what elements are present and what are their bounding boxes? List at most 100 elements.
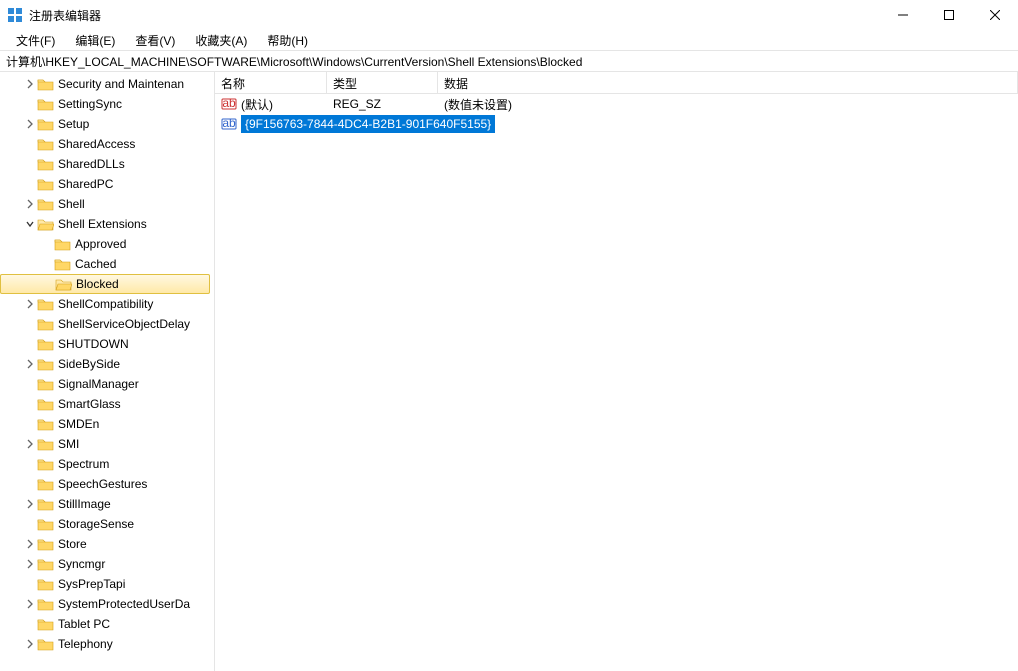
- menu-help[interactable]: 帮助(H): [257, 30, 318, 51]
- no-expand-icon: [23, 377, 37, 391]
- tree-item-label: StorageSense: [58, 517, 134, 531]
- folder-icon: [37, 477, 54, 491]
- tree-item[interactable]: SignalManager: [0, 374, 214, 394]
- tree-item[interactable]: SideBySide: [0, 354, 214, 374]
- expand-icon[interactable]: [23, 557, 37, 571]
- tree-item-label: SystemProtectedUserDa: [58, 597, 190, 611]
- folder-icon: [54, 237, 71, 251]
- folder-icon: [37, 77, 54, 91]
- list-row[interactable]: ab (默认) REG_SZ (数值未设置): [215, 94, 1018, 114]
- tree-item[interactable]: Store: [0, 534, 214, 554]
- tree-item[interactable]: Shell: [0, 194, 214, 214]
- tree-item[interactable]: SettingSync: [0, 94, 214, 114]
- tree-item[interactable]: SharedAccess: [0, 134, 214, 154]
- expand-icon[interactable]: [23, 77, 37, 91]
- tree-item[interactable]: StillImage: [0, 494, 214, 514]
- tree-item-label: Setup: [58, 117, 89, 131]
- body: Security and MaintenanSettingSync Setup Sh…: [0, 72, 1018, 671]
- tree-item-label: ShellServiceObjectDelay: [58, 317, 190, 331]
- window-title: 注册表编辑器: [29, 7, 880, 24]
- tree-item[interactable]: ShellCompatibility: [0, 294, 214, 314]
- folder-icon: [37, 297, 54, 311]
- minimize-button[interactable]: [880, 0, 926, 30]
- folder-icon: [37, 637, 54, 651]
- menu-favorites[interactable]: 收藏夹(A): [185, 30, 257, 51]
- col-header-type[interactable]: 类型: [327, 72, 438, 93]
- tree-item[interactable]: Cached: [0, 254, 214, 274]
- col-header-data[interactable]: 数据: [438, 72, 1018, 93]
- expand-icon[interactable]: [23, 497, 37, 511]
- value-type: REG_SZ: [333, 97, 381, 111]
- value-name: (默认): [241, 96, 273, 113]
- no-expand-icon: [23, 577, 37, 591]
- tree-item[interactable]: Security and Maintenan: [0, 74, 214, 94]
- tree-item-label: Syncmgr: [58, 557, 105, 571]
- tree-item-label: SysPrepTapi: [58, 577, 125, 591]
- expand-icon[interactable]: [23, 537, 37, 551]
- tree-item-label: SmartGlass: [58, 397, 121, 411]
- folder-icon: [37, 377, 54, 391]
- tree-item[interactable]: Syncmgr: [0, 554, 214, 574]
- tree-item[interactable]: Setup: [0, 114, 214, 134]
- tree-item[interactable]: Approved: [0, 234, 214, 254]
- folder-icon: [37, 517, 54, 531]
- tree-pane[interactable]: Security and MaintenanSettingSync Setup Sh…: [0, 72, 215, 671]
- tree-item[interactable]: Tablet PC: [0, 614, 214, 634]
- folder-icon: [37, 357, 54, 371]
- menu-file[interactable]: 文件(F): [6, 30, 65, 51]
- folder-icon: [37, 317, 54, 331]
- expand-icon[interactable]: [23, 437, 37, 451]
- no-expand-icon: [23, 97, 37, 111]
- collapse-icon[interactable]: [23, 217, 37, 231]
- folder-icon: [37, 597, 54, 611]
- folder-icon: [37, 157, 54, 171]
- tree-item[interactable]: SystemProtectedUserDa: [0, 594, 214, 614]
- tree-item[interactable]: SMI: [0, 434, 214, 454]
- close-button[interactable]: [972, 0, 1018, 30]
- tree-item[interactable]: Spectrum: [0, 454, 214, 474]
- tree-item[interactable]: SysPrepTapi: [0, 574, 214, 594]
- folder-icon: [37, 617, 54, 631]
- tree-item[interactable]: SMDEn: [0, 414, 214, 434]
- menu-view[interactable]: 查看(V): [125, 30, 185, 51]
- tree-item[interactable]: Blocked: [0, 274, 210, 294]
- list-row-editing[interactable]: ab {9F156763-7844-4DC4-B2B1-901F640F5155…: [215, 114, 1018, 134]
- no-expand-icon: [23, 317, 37, 331]
- maximize-button[interactable]: [926, 0, 972, 30]
- expand-icon[interactable]: [23, 637, 37, 651]
- tree-item-label: SharedAccess: [58, 137, 135, 151]
- tree-item[interactable]: SpeechGestures: [0, 474, 214, 494]
- tree-item[interactable]: ShellServiceObjectDelay: [0, 314, 214, 334]
- folder-icon: [37, 337, 54, 351]
- expand-icon[interactable]: [23, 297, 37, 311]
- expand-icon[interactable]: [23, 597, 37, 611]
- folder-icon: [37, 457, 54, 471]
- address-text: 计算机\HKEY_LOCAL_MACHINE\SOFTWARE\Microsof…: [6, 53, 582, 70]
- tree-item[interactable]: SmartGlass: [0, 394, 214, 414]
- folder-icon: [37, 437, 54, 451]
- tree-item-label: Blocked: [76, 277, 119, 291]
- expand-icon[interactable]: [23, 117, 37, 131]
- tree-item-label: Cached: [75, 257, 116, 271]
- tree-item[interactable]: StorageSense: [0, 514, 214, 534]
- address-bar[interactable]: 计算机\HKEY_LOCAL_MACHINE\SOFTWARE\Microsof…: [0, 50, 1018, 72]
- no-expand-icon: [23, 397, 37, 411]
- tree-item[interactable]: Shell Extensions: [0, 214, 214, 234]
- tree-item-label: SignalManager: [58, 377, 139, 391]
- tree-item[interactable]: SharedPC: [0, 174, 214, 194]
- expand-icon[interactable]: [23, 197, 37, 211]
- no-expand-icon: [40, 237, 54, 251]
- no-expand-icon: [23, 617, 37, 631]
- menu-edit[interactable]: 编辑(E): [65, 30, 125, 51]
- expand-icon[interactable]: [23, 357, 37, 371]
- tree-item[interactable]: Telephony: [0, 634, 214, 654]
- list-body[interactable]: ab (默认) REG_SZ (数值未设置) ab {9F156763-7844…: [215, 94, 1018, 671]
- no-expand-icon: [23, 157, 37, 171]
- col-header-name[interactable]: 名称: [215, 72, 327, 93]
- folder-icon: [37, 537, 54, 551]
- tree-item[interactable]: SharedDLLs: [0, 154, 214, 174]
- value-data: (数值未设置): [444, 96, 512, 113]
- tree-item[interactable]: SHUTDOWN: [0, 334, 214, 354]
- no-expand-icon: [23, 457, 37, 471]
- rename-input[interactable]: {9F156763-7844-4DC4-B2B1-901F640F5155}: [241, 115, 495, 133]
